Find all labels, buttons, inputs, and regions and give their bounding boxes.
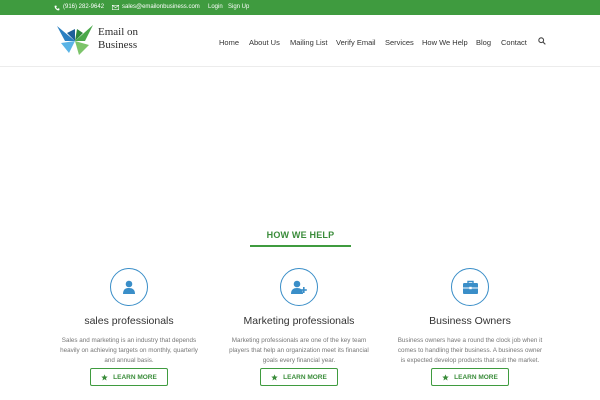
learn-more-label: LEARN MORE	[454, 373, 498, 381]
star-icon	[271, 373, 278, 380]
card-description: Marketing professionals are one of the k…	[219, 336, 379, 366]
logo-line-2: Business	[98, 39, 138, 51]
learn-more-label: LEARN MORE	[283, 373, 327, 381]
nav-verify-email[interactable]: Verify Email	[336, 38, 376, 47]
card-icon-circle	[110, 268, 148, 306]
butterfly-logo-icon	[57, 25, 93, 55]
learn-more-button[interactable]: LEARN MORE	[431, 368, 509, 386]
star-icon	[101, 373, 108, 380]
logo-line-1: Email on	[98, 26, 139, 38]
login-link[interactable]: Login	[208, 3, 223, 12]
logo-text: Email on Business	[98, 26, 138, 52]
card-icon-circle	[280, 268, 318, 306]
top-bar: (916) 282-9642 sales@emailonbusiness.com…	[0, 0, 600, 15]
help-card-business-owners: Business Owners Business owners have a r…	[390, 268, 550, 400]
help-card-sales: sales professionals Sales and marketing …	[49, 268, 209, 400]
nav-mailing-list[interactable]: Mailing List	[290, 38, 328, 47]
nav-contact[interactable]: Contact	[501, 38, 527, 47]
signup-link[interactable]: Sign Up	[228, 3, 249, 12]
nav-services[interactable]: Services	[385, 38, 414, 47]
site-logo[interactable]: Email on Business	[55, 23, 175, 59]
section-title-underline	[250, 245, 351, 247]
card-description: Business owners have a round the clock j…	[390, 336, 550, 366]
card-description-line: Business owners have a round the clock j…	[397, 337, 543, 344]
phone-contact[interactable]: (916) 282-9642	[54, 3, 104, 12]
hero-area	[0, 68, 600, 218]
card-title: Marketing professionals	[243, 315, 355, 327]
learn-more-button[interactable]: LEARN MORE	[90, 368, 168, 386]
card-title: Business Owners	[429, 315, 511, 327]
nav-home[interactable]: Home	[219, 38, 239, 47]
card-description-line: Marketing professionals are one of the k…	[231, 337, 367, 344]
card-description-line: comes to handling their business. A busi…	[397, 347, 543, 354]
card-description-line: Sales and marketing is an industry that …	[61, 337, 197, 344]
user-icon	[123, 280, 135, 294]
phone-number: (916) 282-9642	[63, 4, 105, 10]
card-description-line: players that help an organization meet i…	[229, 347, 369, 354]
nav-blog[interactable]: Blog	[476, 38, 491, 47]
search-icon[interactable]	[538, 37, 546, 45]
nav-how-we-help[interactable]: How We Help	[422, 38, 468, 47]
email-contact[interactable]: sales@emailonbusiness.com	[112, 3, 200, 12]
phone-icon	[54, 5, 60, 10]
nav-about-us[interactable]: About Us	[249, 38, 280, 47]
star-icon	[442, 373, 449, 380]
card-description-line: heavily on achieving targets on monthly,…	[60, 347, 198, 354]
envelope-icon	[112, 5, 119, 10]
card-description-line: and annual basis.	[104, 357, 154, 364]
user-add-icon	[291, 280, 307, 294]
email-address: sales@emailonbusiness.com	[122, 4, 200, 10]
site-header: Email on Business Home About Us Mailing …	[0, 15, 600, 67]
card-description: Sales and marketing is an industry that …	[49, 336, 209, 366]
briefcase-icon	[462, 280, 478, 294]
section-title: HOW WE HELP	[266, 230, 335, 240]
card-icon-circle	[451, 268, 489, 306]
learn-more-label: LEARN MORE	[113, 373, 157, 381]
learn-more-button[interactable]: LEARN MORE	[260, 368, 338, 386]
card-description-line: is expected develop products that suit t…	[400, 357, 540, 364]
card-description-line: goals every financial year.	[262, 357, 336, 364]
help-card-marketing: Marketing professionals Marketing profes…	[219, 268, 379, 400]
